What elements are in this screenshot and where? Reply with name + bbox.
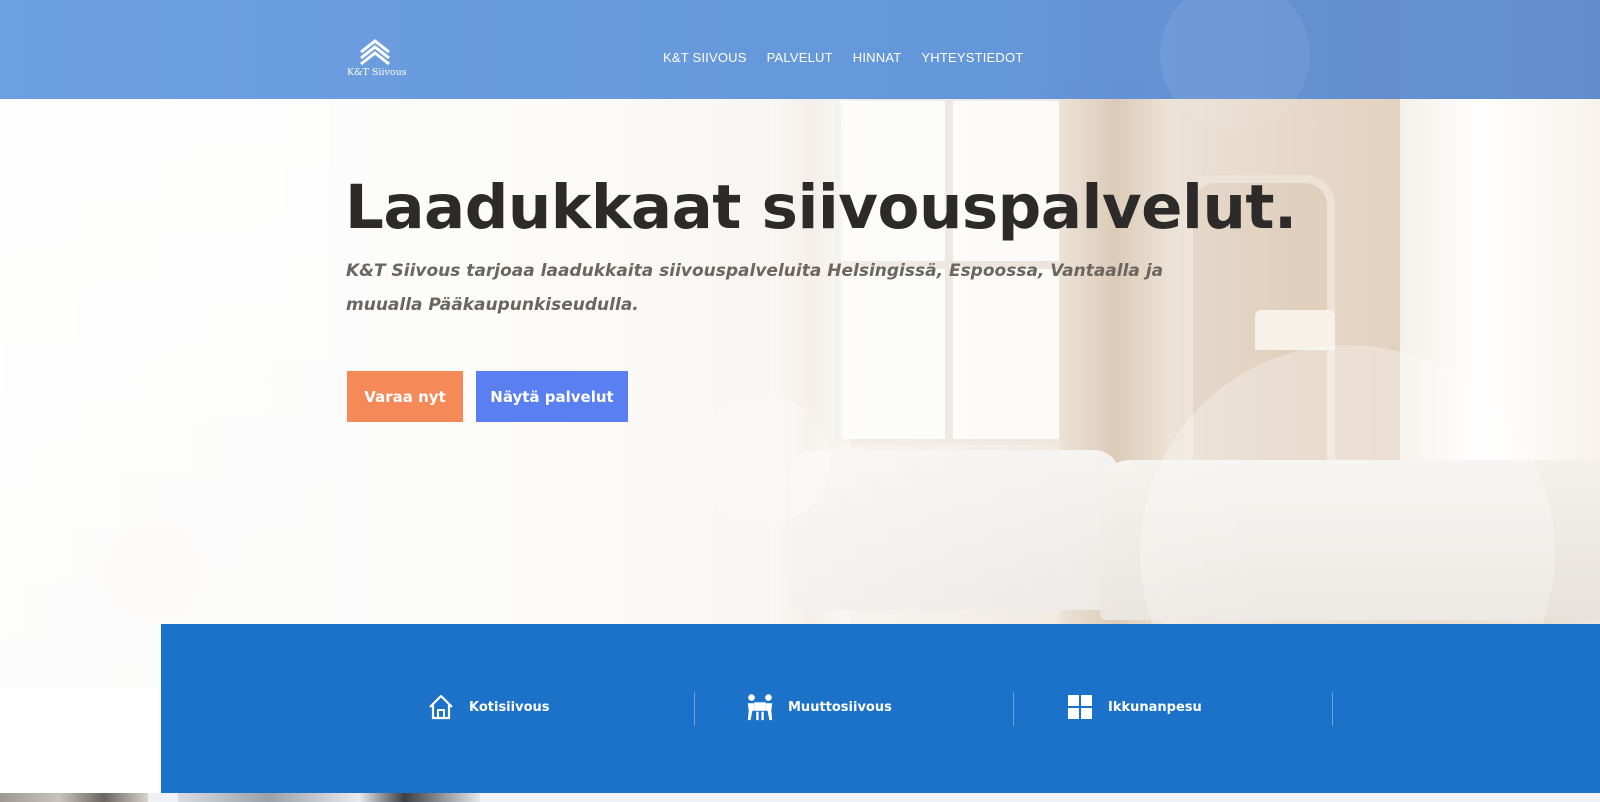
- site-header: K&T Siivous K&T SIIVOUS PALVELUT HINNAT …: [0, 0, 1600, 130]
- house-icon: [425, 692, 457, 722]
- service-item-muuttosiivous[interactable]: Muuttosiivous: [744, 692, 892, 722]
- nav-item-palvelut[interactable]: PALVELUT: [767, 50, 833, 65]
- hero-title: Laadukkaat siivouspalvelut.: [345, 172, 1297, 243]
- nav-item-hinnat[interactable]: HINNAT: [853, 50, 902, 65]
- main-nav: K&T SIIVOUS PALVELUT HINNAT YHTEYSTIEDOT: [663, 50, 1043, 65]
- service-item-kotisiivous[interactable]: Kotisiivous: [425, 692, 550, 722]
- divider: [1013, 692, 1014, 726]
- preview-image: [0, 793, 148, 802]
- logo-text: K&T Siivous: [347, 67, 407, 78]
- nav-item-kt-siivous[interactable]: K&T SIIVOUS: [663, 50, 747, 65]
- hero-background-image: [0, 0, 1600, 688]
- show-services-button[interactable]: Näytä palvelut: [476, 371, 628, 422]
- hero-overlay: [0, 0, 1600, 688]
- service-label: Ikkunanpesu: [1108, 699, 1202, 715]
- movers-icon: [744, 692, 776, 722]
- hero-subtitle: K&T Siivous tarjoaa laadukkaita siivousp…: [346, 261, 1164, 315]
- services-bar: Kotisiivous Muuttosiivous Ikkunanpesu: [161, 624, 1600, 793]
- divider: [694, 692, 695, 726]
- page-background: [0, 688, 161, 802]
- roof-chevrons-icon: [360, 39, 390, 66]
- brand-logo[interactable]: K&T Siivous: [347, 38, 407, 82]
- book-now-button[interactable]: Varaa nyt: [347, 371, 463, 422]
- divider: [1332, 692, 1333, 726]
- service-item-ikkunanpesu[interactable]: Ikkunanpesu: [1064, 692, 1202, 722]
- window-icon: [1064, 692, 1096, 722]
- service-label: Kotisiivous: [469, 699, 550, 715]
- service-label: Muuttosiivous: [788, 699, 892, 715]
- next-section-preview: [0, 793, 1600, 802]
- nav-item-yhteystiedot[interactable]: YHTEYSTIEDOT: [921, 50, 1023, 65]
- preview-image: [178, 793, 480, 802]
